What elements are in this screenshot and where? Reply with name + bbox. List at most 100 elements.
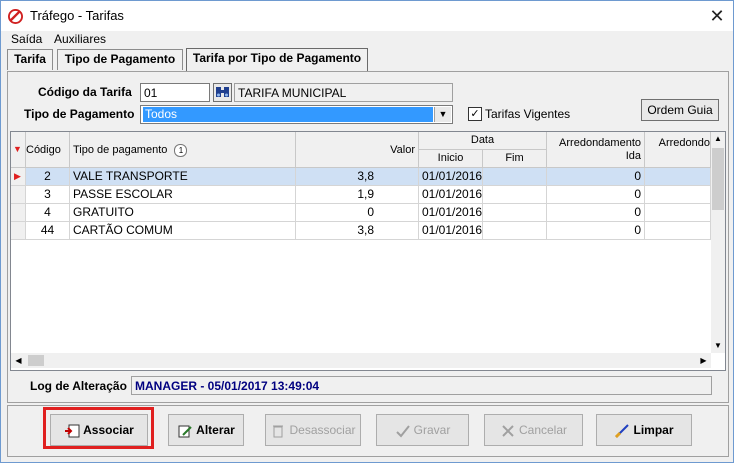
menu-auxiliares[interactable]: Auxiliares xyxy=(54,32,106,46)
header-codigo[interactable]: Código xyxy=(26,132,70,168)
cancel-x-icon xyxy=(502,425,514,437)
table-row[interactable]: 4 GRATUITO 0 01/01/2016 0 xyxy=(11,204,725,222)
gravar-label: Gravar xyxy=(413,423,451,437)
associar-label: Associar xyxy=(83,423,134,437)
cell-fim xyxy=(483,168,547,186)
cell-fim xyxy=(483,222,547,240)
tarifas-grid: ▼ Código Tipo de pagamento 1 Valor Data … xyxy=(10,131,726,371)
trash-icon xyxy=(273,425,284,438)
checkmark-icon xyxy=(395,425,410,438)
cell-inicio: 01/01/2016 xyxy=(419,168,483,186)
cancelar-button[interactable]: Cancelar xyxy=(484,414,583,446)
cell-codigo: 44 xyxy=(26,222,70,240)
horizontal-scrollbar[interactable]: ◀ ▶ xyxy=(11,353,711,368)
main-window: Tráfego - Tarifas ✕ Saída Auxiliares Tar… xyxy=(0,0,734,463)
cell-tipo: CARTÃO COMUM xyxy=(70,222,296,240)
table-row[interactable]: 3 PASSE ESCOLAR 1,9 01/01/2016 0 xyxy=(11,186,725,204)
associar-button[interactable]: Associar xyxy=(50,414,148,446)
header-arredondamento-ida[interactable]: Arredondamento Ida xyxy=(547,132,645,168)
close-button[interactable]: ✕ xyxy=(701,1,733,31)
grid-corner: ▼ xyxy=(11,132,26,168)
cell-codigo: 2 xyxy=(26,168,70,186)
cell-arred-volta xyxy=(645,222,711,240)
scroll-right-icon[interactable]: ▶ xyxy=(696,353,711,368)
tipo-pagamento-value: Todos xyxy=(143,107,433,122)
cell-inicio: 01/01/2016 xyxy=(419,186,483,204)
cell-valor: 3,8 xyxy=(296,168,419,186)
header-fim[interactable]: Fim xyxy=(483,150,547,168)
desassociar-button[interactable]: Desassociar xyxy=(265,414,361,446)
tab-tarifa[interactable]: Tarifa xyxy=(7,49,53,70)
cell-arred: 0 xyxy=(547,186,645,204)
menu-saida[interactable]: Saída xyxy=(11,32,42,46)
ordem-guia-button[interactable]: Ordem Guia xyxy=(641,99,719,121)
tipo-pagamento-label: Tipo de Pagamento xyxy=(24,107,135,121)
tipo-pagamento-select[interactable]: Todos ▼ xyxy=(140,105,453,124)
cell-codigo: 4 xyxy=(26,204,70,222)
cell-fim xyxy=(483,204,547,222)
cell-fim xyxy=(483,186,547,204)
chevron-down-icon[interactable]: ▼ xyxy=(434,107,451,122)
row-selected-indicator: ▶ xyxy=(11,168,26,186)
header-arredondamento-volta[interactable]: Arredondo xyxy=(645,132,711,168)
window-title: Tráfego - Tarifas xyxy=(30,8,124,23)
cell-inicio: 01/01/2016 xyxy=(419,222,483,240)
table-row[interactable]: ▶ 2 VALE TRANSPORTE 3,8 01/01/2016 0 xyxy=(11,168,725,186)
header-inicio[interactable]: Inicio xyxy=(419,150,483,168)
title-bar: Tráfego - Tarifas ✕ xyxy=(1,1,733,31)
cell-arred: 0 xyxy=(547,222,645,240)
cell-tipo: PASSE ESCOLAR xyxy=(70,186,296,204)
scroll-down-icon[interactable]: ▼ xyxy=(711,339,725,353)
vertical-scrollbar[interactable]: ▲ ▼ xyxy=(711,132,725,353)
cell-tipo: GRATUITO xyxy=(70,204,296,222)
cell-tipo: VALE TRANSPORTE xyxy=(70,168,296,186)
header-tipo-label: Tipo de pagamento xyxy=(73,144,168,156)
header-arred-ida-line2: Ida xyxy=(625,150,641,162)
sort-order-badge: 1 xyxy=(174,143,188,157)
row-indicator xyxy=(11,204,26,222)
header-data: Data xyxy=(419,132,547,150)
alterar-label: Alterar xyxy=(196,423,235,437)
search-tarifa-button[interactable] xyxy=(213,83,232,102)
codigo-tarifa-label: Código da Tarifa xyxy=(38,85,132,99)
horizontal-scroll-thumb[interactable] xyxy=(28,355,44,366)
cell-arred: 0 xyxy=(547,204,645,222)
limpar-label: Limpar xyxy=(633,423,674,437)
cell-arred-volta xyxy=(645,168,711,186)
sort-arrow-icon: ▼ xyxy=(13,144,22,154)
header-tipo-pagamento[interactable]: Tipo de pagamento 1 xyxy=(70,132,296,168)
row-indicator xyxy=(11,222,26,240)
scroll-left-icon[interactable]: ◀ xyxy=(11,353,26,368)
log-label: Log de Alteração xyxy=(30,379,127,393)
vigentes-label: Tarifas Vigentes xyxy=(485,107,571,121)
vertical-scroll-thumb[interactable] xyxy=(712,148,724,210)
cell-valor: 3,8 xyxy=(296,222,419,240)
row-indicator xyxy=(11,186,26,204)
header-valor[interactable]: Valor xyxy=(296,132,419,168)
cell-arred: 0 xyxy=(547,168,645,186)
desassociar-label: Desassociar xyxy=(289,423,356,437)
scroll-up-icon[interactable]: ▲ xyxy=(711,132,725,146)
table-row[interactable]: 44 CARTÃO COMUM 3,8 01/01/2016 0 xyxy=(11,222,725,240)
cancelar-label: Cancelar xyxy=(518,423,568,437)
eraser-icon xyxy=(615,424,630,438)
cell-codigo: 3 xyxy=(26,186,70,204)
tab-tarifa-por-tipo[interactable]: Tarifa por Tipo de Pagamento xyxy=(186,48,368,71)
header-arred-ida-line1: Arredondamento xyxy=(559,137,641,149)
tab-tipo-pagamento[interactable]: Tipo de Pagamento xyxy=(57,49,183,70)
codigo-tarifa-input[interactable]: 01 xyxy=(140,83,210,102)
associate-icon xyxy=(65,424,80,438)
gravar-button[interactable]: Gravar xyxy=(376,414,469,446)
cell-arred-volta xyxy=(645,204,711,222)
alterar-button[interactable]: Alterar xyxy=(168,414,244,446)
cell-inicio: 01/01/2016 xyxy=(419,204,483,222)
edit-icon xyxy=(178,425,192,438)
tarifa-name-display: TARIFA MUNICIPAL xyxy=(234,83,453,102)
cell-arred-volta xyxy=(645,186,711,204)
cell-valor: 1,9 xyxy=(296,186,419,204)
app-logo-icon xyxy=(8,9,23,24)
vigentes-checkbox[interactable]: ✓ xyxy=(468,107,482,121)
limpar-button[interactable]: Limpar xyxy=(596,414,692,446)
cell-valor: 0 xyxy=(296,204,419,222)
menu-bar: Saída Auxiliares xyxy=(1,31,733,47)
